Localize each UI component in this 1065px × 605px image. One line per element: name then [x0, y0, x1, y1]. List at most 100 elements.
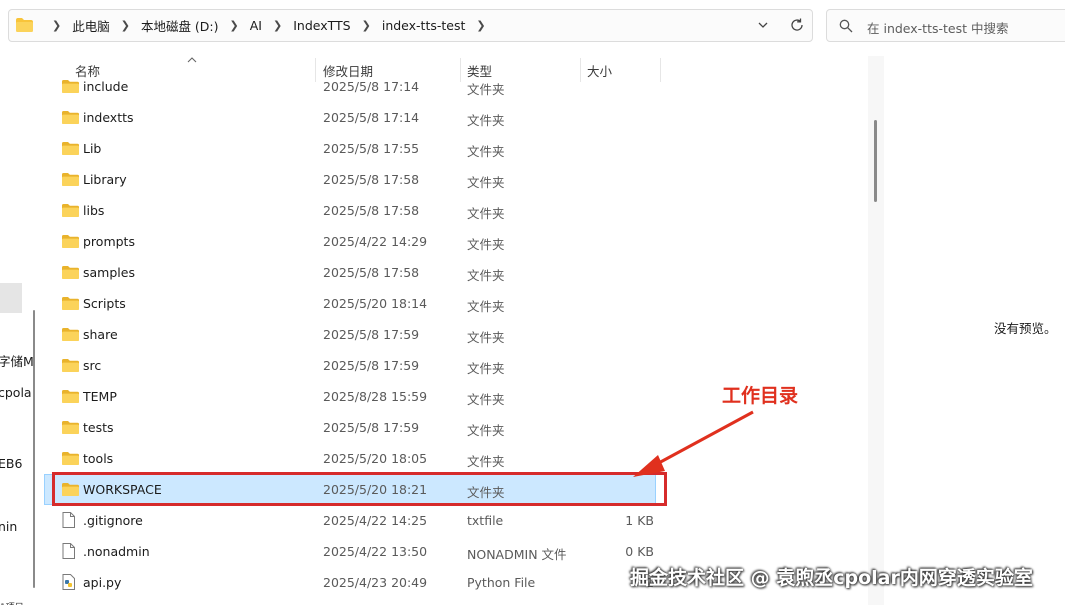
file-name: tests: [83, 420, 114, 435]
file-name: src: [83, 358, 102, 373]
file-type: 文件夹: [467, 82, 505, 97]
file-date: 2025/5/8 17:58: [323, 265, 420, 280]
file-date: 2025/5/20 18:05: [323, 451, 428, 466]
sort-ascending-icon: [187, 52, 197, 66]
file-row[interactable]: TEMP 2025/8/28 15:59 文件夹: [44, 381, 656, 412]
file-row[interactable]: Scripts 2025/5/20 18:14 文件夹: [44, 288, 656, 319]
file-row[interactable]: .nonadmin 2025/4/22 13:50 NONADMIN 文件 0 KB: [44, 536, 656, 567]
folder-icon: [16, 18, 33, 35]
annotation-arrow-icon: [633, 410, 754, 477]
python-file-icon: [62, 574, 75, 593]
nav-item-label[interactable]: 字储M: [0, 351, 34, 370]
file-date: 2025/4/23 20:49: [323, 575, 428, 590]
folder-icon: [62, 204, 79, 220]
file-icon: [62, 512, 75, 531]
address-bar[interactable]: ❯ 此电脑 ❯ 本地磁盘 (D:) ❯ AI ❯ IndexTTS ❯ inde…: [8, 9, 813, 42]
folder-icon: [62, 421, 79, 437]
folder-icon: [62, 173, 79, 189]
file-date: 2025/5/20 18:14: [323, 296, 428, 311]
folder-icon: [62, 111, 79, 127]
file-name: Library: [83, 172, 127, 187]
file-row[interactable]: libs 2025/5/8 17:58 文件夹: [44, 195, 656, 226]
chevron-right-icon[interactable]: ❯: [362, 19, 371, 32]
nav-item-label[interactable]: cpola: [0, 385, 32, 400]
chevron-right-icon[interactable]: ❯: [121, 19, 130, 32]
file-row[interactable]: tests 2025/5/8 17:59 文件夹: [44, 412, 656, 443]
nav-item-label[interactable]: EB6: [0, 456, 22, 471]
breadcrumb-this-pc[interactable]: 此电脑: [72, 16, 110, 35]
folder-icon: [62, 452, 79, 468]
column-divider[interactable]: [660, 58, 661, 82]
file-type: 文件夹: [467, 206, 505, 221]
folder-icon: [62, 235, 79, 251]
folder-icon: [62, 297, 79, 313]
file-name: .nonadmin: [83, 544, 150, 559]
file-date: 2025/4/22 14:29: [323, 234, 428, 249]
file-name: Scripts: [83, 296, 126, 311]
file-size: 1 KB: [625, 513, 654, 528]
breadcrumb-indextts[interactable]: IndexTTS: [293, 18, 350, 33]
file-row[interactable]: .gitignore 2025/4/22 14:25 txtfile 1 KB: [44, 505, 656, 536]
breadcrumb-local-disk[interactable]: 本地磁盘 (D:): [141, 16, 219, 35]
nav-item-label[interactable]: nin: [0, 519, 17, 534]
file-type: 文件夹: [467, 237, 505, 252]
file-name: api.py: [83, 575, 122, 590]
chevron-right-icon[interactable]: ❯: [230, 19, 239, 32]
folder-icon: [62, 266, 79, 282]
file-type: Python File: [467, 575, 536, 590]
file-name: libs: [83, 203, 105, 218]
file-date: 2025/5/8 17:58: [323, 172, 420, 187]
file-type: 文件夹: [467, 392, 505, 407]
chevron-right-icon[interactable]: ❯: [476, 19, 485, 32]
top-bar: ❯ 此电脑 ❯ 本地磁盘 (D:) ❯ AI ❯ IndexTTS ❯ inde…: [0, 0, 1065, 52]
search-box[interactable]: 在 index-tts-test 中搜索: [826, 9, 1065, 42]
file-row[interactable]: indextts 2025/5/8 17:14 文件夹: [44, 102, 656, 133]
folder-icon: [62, 359, 79, 375]
file-date: 2025/5/8 17:14: [323, 110, 420, 125]
chevron-right-icon[interactable]: ❯: [273, 19, 282, 32]
file-row[interactable]: Lib 2025/5/8 17:55 文件夹: [44, 133, 656, 164]
breadcrumb-ai[interactable]: AI: [250, 18, 262, 33]
file-row[interactable]: samples 2025/5/8 17:58 文件夹: [44, 257, 656, 288]
file-date: 2025/5/8 17:55: [323, 141, 420, 156]
file-type: 文件夹: [467, 423, 505, 438]
file-date: 2025/5/8 17:59: [323, 358, 420, 373]
folder-icon: [62, 328, 79, 344]
nav-item-label: 1项目: [0, 600, 30, 605]
search-icon: [839, 19, 853, 36]
annotation-label: 工作目录: [722, 385, 799, 407]
file-name: include: [83, 79, 129, 94]
refresh-icon[interactable]: [789, 17, 805, 36]
file-type: 文件夹: [467, 175, 505, 190]
folder-icon: [62, 390, 79, 406]
file-date: 2025/4/22 13:50: [323, 544, 428, 559]
folder-icon: [62, 80, 79, 96]
file-row[interactable]: src 2025/5/8 17:59 文件夹: [44, 350, 656, 381]
file-row[interactable]: tools 2025/5/20 18:05 文件夹: [44, 443, 656, 474]
file-row[interactable]: prompts 2025/4/22 14:29 文件夹: [44, 226, 656, 257]
file-name: tools: [83, 451, 114, 466]
file-date: 2025/4/22 14:25: [323, 513, 428, 528]
chevron-down-icon[interactable]: [757, 19, 769, 34]
file-row[interactable]: Library 2025/5/8 17:58 文件夹: [44, 164, 656, 195]
search-input[interactable]: 在 index-tts-test 中搜索: [867, 18, 1009, 37]
file-row[interactable]: share 2025/5/8 17:59 文件夹: [44, 319, 656, 350]
file-row[interactable]: include 2025/5/8 17:14 文件夹: [44, 71, 656, 102]
file-size: 0 KB: [625, 544, 654, 559]
nav-scrollbar[interactable]: [33, 310, 35, 588]
breadcrumb-index-tts-test[interactable]: index-tts-test: [382, 18, 466, 33]
nav-selected-item[interactable]: [0, 283, 22, 313]
file-type: 文件夹: [467, 454, 505, 469]
annotation-highlight-box: [52, 472, 667, 506]
file-type: NONADMIN 文件: [467, 547, 567, 562]
file-type: 文件夹: [467, 299, 505, 314]
file-type: 文件夹: [467, 361, 505, 376]
file-name: indextts: [83, 110, 134, 125]
breadcrumb: ❯ 此电脑 ❯ 本地磁盘 (D:) ❯ AI ❯ IndexTTS ❯ inde…: [41, 10, 497, 41]
list-scrollbar-thumb[interactable]: [874, 120, 877, 202]
file-type: 文件夹: [467, 330, 505, 345]
chevron-right-icon[interactable]: ❯: [52, 19, 61, 32]
file-date: 2025/5/8 17:58: [323, 203, 420, 218]
file-name: samples: [83, 265, 135, 280]
file-row[interactable]: api.py 2025/4/23 20:49 Python File 1: [44, 567, 656, 598]
